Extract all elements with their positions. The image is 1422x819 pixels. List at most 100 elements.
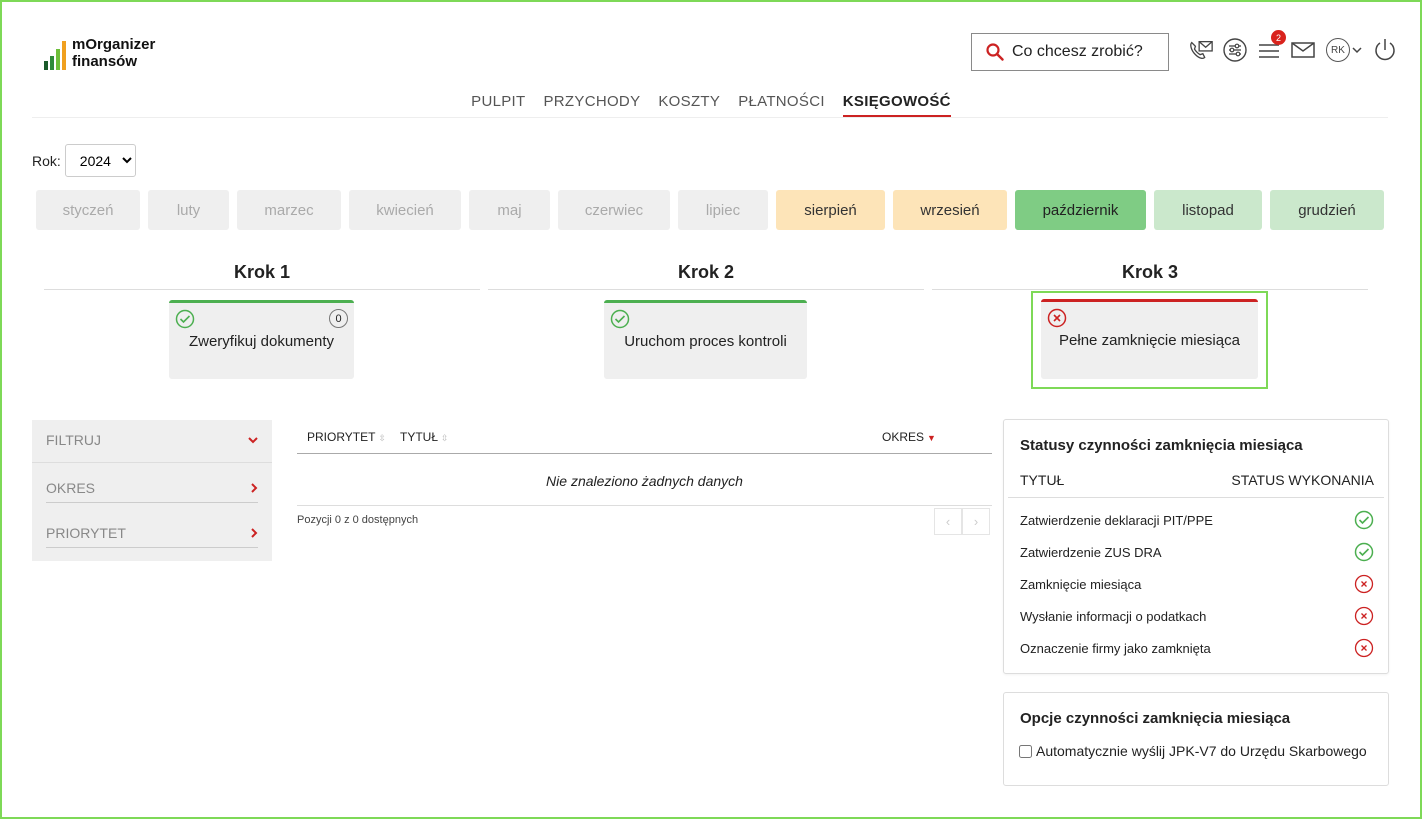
month-kwiecien[interactable]: kwiecień <box>349 190 461 230</box>
filter-priorytet-label: PRIORYTET <box>46 525 126 541</box>
notification-badge: 2 <box>1271 30 1286 45</box>
check-circle-icon <box>610 309 630 329</box>
month-listopad[interactable]: listopad <box>1154 190 1262 230</box>
check-circle-icon <box>175 309 195 329</box>
pagination: ‹ › <box>934 508 990 535</box>
status-row: Zatwierdzenie deklaracji PIT/PPE <box>1020 510 1374 530</box>
next-page-button[interactable]: › <box>962 508 990 535</box>
chevron-right-icon <box>251 528 258 538</box>
tab-ksiegowosc[interactable]: KSIĘGOWOŚĆ <box>842 93 951 117</box>
error-circle-icon <box>1354 638 1374 658</box>
filter-panel: FILTRUJ OKRES PRIORYTET <box>32 420 272 561</box>
tasks-button[interactable]: 2 <box>1256 30 1286 64</box>
logout-button[interactable] <box>1372 36 1398 64</box>
pager-info: Pozycji 0 z 0 dostępnych <box>297 514 419 526</box>
status-divider <box>1008 497 1384 498</box>
filter-priorytet[interactable]: PRIORYTET <box>46 525 258 548</box>
year-select[interactable]: 2024 <box>64 144 136 177</box>
step2-label: Uruchom proces kontroli <box>624 332 787 350</box>
check-circle-icon <box>1354 510 1374 530</box>
options-panel-title: Opcje czynności zamknięcia miesiąca <box>1020 710 1291 727</box>
col-okres[interactable]: OKRES ▼ <box>882 430 936 444</box>
check-circle-icon <box>1354 542 1374 562</box>
search-icon <box>986 43 1004 61</box>
tab-przychody[interactable]: PRZYCHODY <box>544 93 641 117</box>
filter-toggle[interactable]: FILTRUJ <box>46 432 258 454</box>
main-nav: PULPIT PRZYCHODY KOSZTY PŁATNOŚCI KSIĘGO… <box>0 93 1422 117</box>
month-czerwiec[interactable]: czerwiec <box>558 190 670 230</box>
month-styczen[interactable]: styczeń <box>36 190 140 230</box>
search-label: Co chcesz zrobić? <box>1012 43 1143 60</box>
step1-header: Krok 1 <box>233 262 291 282</box>
logo-line1: mOrganizer <box>72 36 156 53</box>
contact-support-button[interactable] <box>1188 36 1214 64</box>
jpk-auto-send-label: Automatycznie wyślij JPK-V7 do Urzędu Sk… <box>1036 743 1367 759</box>
empty-message: Nie znaleziono żadnych danych <box>297 456 992 506</box>
phone-mail-icon <box>1190 40 1213 59</box>
month-grudzien[interactable]: grudzień <box>1270 190 1384 230</box>
search-button[interactable]: Co chcesz zrobić? <box>971 33 1169 71</box>
month-marzec[interactable]: marzec <box>237 190 341 230</box>
step3-header: Krok 3 <box>1121 262 1179 282</box>
sort-icon: ⇳ <box>378 433 387 443</box>
month-lipiec[interactable]: lipiec <box>678 190 768 230</box>
prev-page-button[interactable]: ‹ <box>934 508 962 535</box>
step1-label: Zweryfikuj dokumenty <box>188 332 335 350</box>
status-col-status: STATUS WYKONANIA <box>1231 472 1374 488</box>
month-maj[interactable]: maj <box>469 190 550 230</box>
status-row: Zatwierdzenie ZUS DRA <box>1020 542 1374 562</box>
month-selector: styczeń luty marzec kwiecień maj czerwie… <box>36 190 1384 230</box>
table-header: PRIORYTET ⇳ TYTUŁ ⇳ OKRES ▼ <box>297 428 992 454</box>
col-priorytet[interactable]: PRIORYTET ⇳ <box>307 430 386 444</box>
envelope-icon <box>1291 42 1315 58</box>
status-panel-title: Statusy czynności zamknięcia miesiąca <box>1020 437 1303 454</box>
sort-icon: ⇳ <box>441 433 449 443</box>
messages-button[interactable] <box>1290 36 1316 64</box>
logo-line2: finansów <box>72 53 138 70</box>
app-logo[interactable]: mOrganizer finansów <box>44 36 155 70</box>
user-menu-button[interactable]: RK <box>1324 36 1364 64</box>
month-luty[interactable]: luty <box>148 190 229 230</box>
jpk-auto-send-checkbox[interactable] <box>1019 744 1032 758</box>
year-label: Rok: <box>32 152 61 169</box>
step1-divider <box>44 289 480 290</box>
status-row: Wysłanie informacji o podatkach <box>1020 606 1374 626</box>
step3-divider <box>932 289 1368 290</box>
error-circle-icon <box>1047 308 1067 328</box>
error-circle-icon <box>1354 606 1374 626</box>
filter-okres-label: OKRES <box>46 480 96 496</box>
error-circle-icon <box>1354 574 1374 594</box>
filter-okres[interactable]: OKRES <box>46 480 258 503</box>
month-pazdziernik[interactable]: październik <box>1015 190 1146 230</box>
chevron-right-icon <box>251 483 258 493</box>
avatar: RK <box>1326 38 1350 62</box>
options-panel: Opcje czynności zamknięcia miesiąca Auto… <box>1003 692 1389 786</box>
step2-card[interactable]: Uruchom proces kontroli <box>604 300 807 379</box>
month-sierpien[interactable]: sierpień <box>776 190 885 230</box>
step1-count: 0 <box>329 309 348 328</box>
sliders-icon <box>1223 38 1247 62</box>
step2-header: Krok 2 <box>677 262 735 282</box>
status-col-title: TYTUŁ <box>1020 472 1065 488</box>
month-wrzesien[interactable]: wrzesień <box>893 190 1007 230</box>
filter-divider <box>32 462 272 463</box>
tab-koszty[interactable]: KOSZTY <box>658 93 720 117</box>
step1-card[interactable]: 0 Zweryfikuj dokumenty <box>169 300 354 379</box>
filter-title: FILTRUJ <box>46 432 101 448</box>
step3-label: Pełne zamknięcie miesiąca <box>1059 332 1240 349</box>
step2-divider <box>488 289 924 290</box>
tab-platnosci[interactable]: PŁATNOŚCI <box>738 93 825 117</box>
step3-card[interactable]: Pełne zamknięcie miesiąca <box>1041 299 1258 379</box>
status-panel: Statusy czynności zamknięcia miesiąca TY… <box>1003 419 1389 674</box>
col-tytul[interactable]: TYTUŁ ⇳ <box>400 430 449 444</box>
tab-pulpit[interactable]: PULPIT <box>471 93 525 117</box>
jpk-auto-send-option[interactable]: Automatycznie wyślij JPK-V7 do Urzędu Sk… <box>1019 743 1367 759</box>
sort-desc-icon: ▼ <box>927 433 936 443</box>
chevron-down-icon <box>248 437 258 444</box>
nav-divider <box>32 117 1388 118</box>
power-icon <box>1375 39 1395 61</box>
chevron-down-icon <box>1352 47 1362 54</box>
logo-bars-icon <box>44 38 66 70</box>
settings-button[interactable] <box>1222 36 1248 64</box>
status-row: Zamknięcie miesiąca <box>1020 574 1374 594</box>
